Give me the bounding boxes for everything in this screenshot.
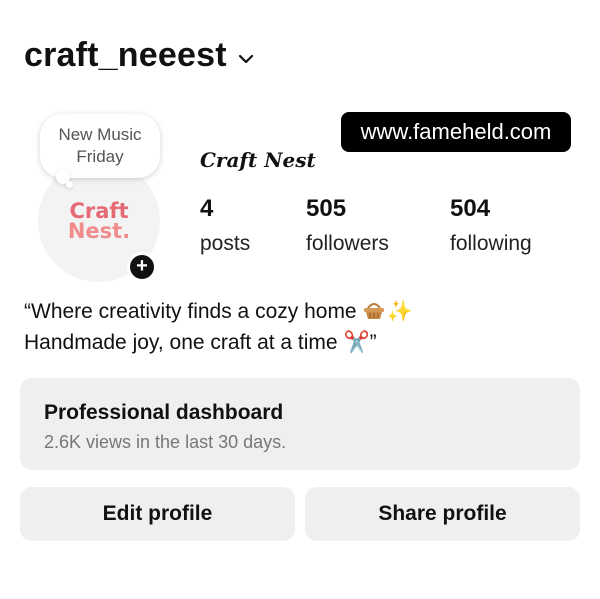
professional-dashboard-card[interactable]: Professional dashboard 2.6K views in the… <box>20 378 580 470</box>
chevron-down-icon <box>238 54 253 63</box>
bio-line-1: “Where creativity finds a cozy home ✨ <box>24 299 413 323</box>
username-switcher[interactable]: craft_neeest <box>24 36 255 75</box>
stat-posts-count: 4 <box>200 195 214 222</box>
dashboard-subtitle: 2.6K views in the last 30 days. <box>44 432 287 452</box>
bio: “Where creativity finds a cozy home ✨ Ha… <box>24 296 413 358</box>
basket-icon <box>364 303 385 319</box>
dashboard-title: Professional dashboard <box>44 401 284 424</box>
stat-followers-count: 505 <box>306 195 347 222</box>
note-text-line1: New Music <box>58 125 142 144</box>
note-bubble[interactable]: New Music Friday <box>40 114 160 178</box>
stat-followers[interactable]: 505 followers <box>306 194 389 258</box>
display-name: Craft Nest <box>200 148 316 172</box>
add-story-plus-icon[interactable]: + <box>127 252 157 282</box>
stat-followers-label: followers <box>306 232 389 255</box>
watermark-label: www.fameheld.com <box>341 112 571 152</box>
note-text-line2: Friday <box>76 147 124 166</box>
stat-following-count: 504 <box>450 195 491 222</box>
profile-page: craft_neeest www.fameheld.com Craft Nest… <box>0 0 600 599</box>
share-profile-button[interactable]: Share profile <box>305 487 580 541</box>
avatar-logo: Craft Nest. <box>67 199 131 243</box>
username: craft_neeest <box>24 36 227 74</box>
bio-line-2: Handmade joy, one craft at a time ✂️” <box>24 330 377 354</box>
edit-profile-button[interactable]: Edit profile <box>20 487 295 541</box>
note-bubble-tail-small <box>66 181 73 188</box>
stat-following-label: following <box>450 232 532 255</box>
stat-posts-label: posts <box>200 232 251 255</box>
stat-posts[interactable]: 4 posts <box>200 194 250 258</box>
stat-following[interactable]: 504 following <box>450 194 532 258</box>
sparkles-icon: ✨ <box>386 299 413 323</box>
scissors-icon: ✂️ <box>343 330 370 354</box>
